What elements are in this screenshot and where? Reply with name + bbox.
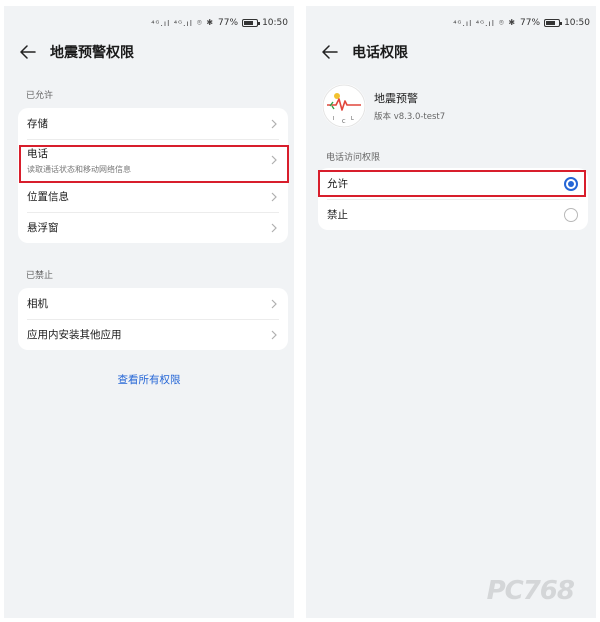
chevron-right-icon [271,299,277,308]
permission-item-phone[interactable]: 电话 读取通话状态和移动网络信息 [18,139,288,181]
option-label: 允许 [327,178,348,190]
status-icons: ⌾ ✱ [197,18,215,27]
battery-percent: 77% [520,18,541,28]
back-arrow-icon [20,45,36,59]
signal-icon: ⁴ᴳ.ıl ⁴ᴳ.ıl [151,18,193,28]
chevron-right-icon [271,192,277,201]
back-button[interactable] [18,42,38,62]
allowed-section-label: 已允许 [26,91,54,101]
app-name: 地震预警 [374,92,418,105]
header: 地震预警权限 [18,42,284,62]
status-time: 10:50 [262,18,288,28]
svg-text:I: I [333,116,334,122]
permission-item-label: 电话 [27,147,48,160]
permissions-screen: ⁴ᴳ.ıl ⁴ᴳ.ıl ⌾ ✱ 77% 10:50 地震预警权限 已允许 存储 … [4,6,294,618]
page-title: 电话权限 [352,45,408,61]
option-allow[interactable]: 允许 [318,168,588,199]
app-info: I C L 地震预警 版本 v8.3.0-test7 [322,84,445,128]
app-logo-icon: I C L [322,84,366,128]
permission-item-label: 相机 [27,298,48,310]
option-label: 禁止 [327,209,348,221]
header: 电话权限 [320,42,586,62]
battery-fill [546,21,556,25]
chevron-right-icon [271,155,277,165]
svg-text:L: L [351,116,354,122]
phone-permission-screen: ⁴ᴳ.ıl ⁴ᴳ.ıl ⌾ ✱ 77% 10:50 电话权限 I C L 地震预… [306,6,596,618]
phone-access-section-label: 电话访问权限 [326,153,381,163]
permission-item-install-apps[interactable]: 应用内安装其他应用 [18,319,288,350]
battery-fill [244,21,254,25]
battery-icon [242,19,261,27]
chevron-right-icon [271,330,277,339]
option-deny[interactable]: 禁止 [318,199,588,230]
page-title: 地震预警权限 [50,45,134,61]
back-button[interactable] [320,42,340,62]
permission-item-description: 读取通话状态和移动网络信息 [27,164,131,174]
svg-text:C: C [342,119,346,125]
permission-item-label: 存储 [27,118,48,130]
radio-allow[interactable] [564,176,578,191]
permission-item-storage[interactable]: 存储 [18,108,288,139]
radio-deny[interactable] [564,207,578,222]
permission-item-floating-window[interactable]: 悬浮窗 [18,212,288,243]
status-time: 10:50 [564,18,590,28]
back-arrow-icon [322,45,338,59]
permission-item-label: 悬浮窗 [27,222,59,234]
permission-item-camera[interactable]: 相机 [18,288,288,319]
allowed-permissions-card: 存储 电话 读取通话状态和移动网络信息 位置信息 悬浮窗 [18,108,288,243]
chevron-right-icon [271,119,277,128]
pc768-watermark: PC768 [486,576,575,606]
chevron-right-icon [271,223,277,232]
permission-item-label: 位置信息 [27,191,69,203]
permission-item-location[interactable]: 位置信息 [18,181,288,212]
signal-icon: ⁴ᴳ.ıl ⁴ᴳ.ıl [453,18,495,28]
battery-percent: 77% [218,18,239,28]
denied-section-label: 已禁止 [26,271,54,281]
app-version: 版本 v8.3.0-test7 [374,112,446,122]
status-bar: ⁴ᴳ.ıl ⁴ᴳ.ıl ⌾ ✱ 77% 10:50 [151,16,288,30]
status-icons: ⌾ ✱ [499,18,517,27]
phone-access-options-card: 允许 禁止 [318,168,588,230]
denied-permissions-card: 相机 应用内安装其他应用 [18,288,288,350]
status-bar: ⁴ᴳ.ıl ⁴ᴳ.ıl ⌾ ✱ 77% 10:50 [453,16,590,30]
permission-item-label: 应用内安装其他应用 [27,329,122,341]
battery-icon [544,19,563,27]
view-all-permissions-link[interactable]: 查看所有权限 [4,372,294,387]
